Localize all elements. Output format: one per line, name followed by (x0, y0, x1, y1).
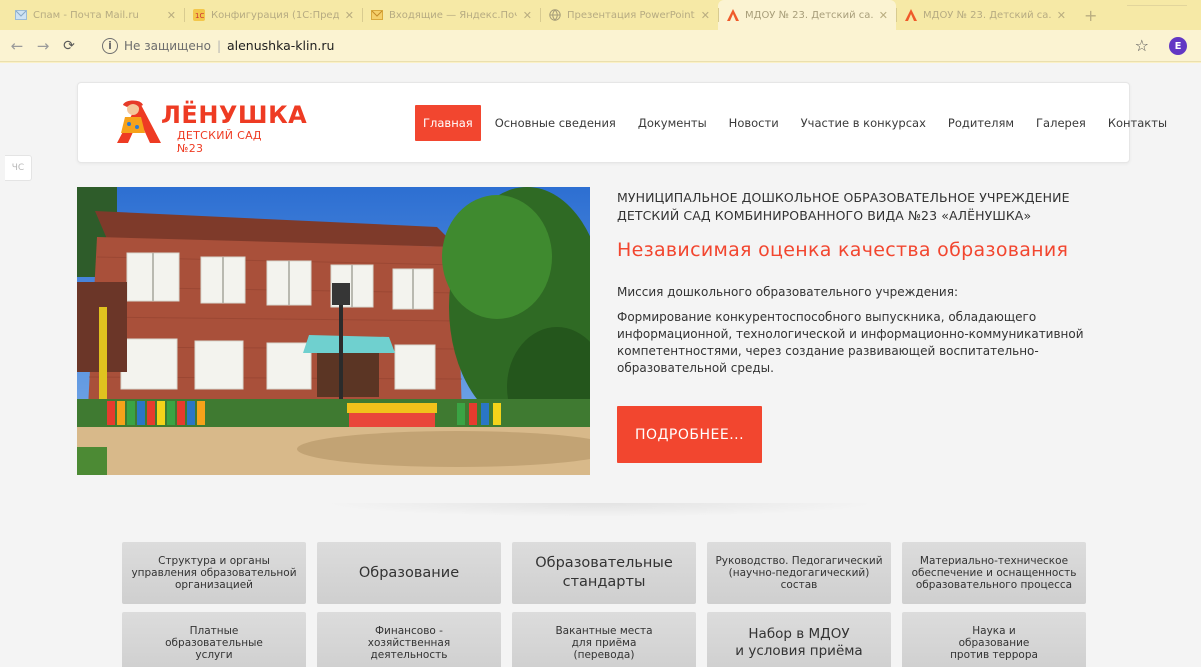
tab-title: Конфигурация (1С:Пред... (211, 9, 339, 21)
section-divider (320, 503, 880, 517)
svg-text:1C: 1C (195, 12, 204, 20)
tile-structure[interactable]: Структура и органы управления образовате… (122, 542, 306, 604)
browser-tab[interactable]: Входящие — Яндекс.Поч... ✕ (362, 0, 540, 30)
tile-label: Вакантные места для приёма (перевода) (555, 625, 653, 661)
back-button[interactable]: ← (4, 37, 30, 55)
browser-tab[interactable]: Презентация PowerPoint ✕ (540, 0, 718, 30)
logo-title: ЛЁНУШКА (161, 101, 308, 129)
security-label: Не защищено (124, 38, 211, 53)
1c-icon: 1C (192, 9, 205, 22)
nav-item-contacts[interactable]: Контакты (1097, 105, 1178, 141)
tile-anti-terror[interactable]: Наука и образование против террора (902, 612, 1086, 667)
nav-item-basic-info[interactable]: Основные сведения (484, 105, 627, 141)
org-name-line2: ДЕТСКИЙ САД КОМБИНИРОВАННОГО ВИДА №23 «А… (617, 208, 1032, 223)
close-tab-icon[interactable]: ✕ (167, 9, 176, 22)
main-nav: Главная Основные сведения Документы Ново… (415, 105, 1178, 141)
close-tab-icon[interactable]: ✕ (1057, 9, 1066, 22)
nav-item-news[interactable]: Новости (718, 105, 790, 141)
more-button[interactable]: ПОДРОБНЕЕ... (617, 406, 762, 463)
nav-item-parents[interactable]: Родителям (937, 105, 1025, 141)
url-text: alenushka-klin.ru (226, 38, 335, 53)
tile-material-support[interactable]: Материально-техническое обеспечение и ос… (902, 542, 1086, 604)
browser-tab-active[interactable]: МДОУ № 23. Детский са... ✕ (718, 0, 896, 30)
quality-assessment-headline[interactable]: Независимая оценка качества образования (617, 239, 1127, 261)
tile-label: Образовательные стандарты (535, 555, 673, 590)
tile-label: Руководство. Педогагический (научно-педо… (715, 555, 883, 591)
nav-item-contests[interactable]: Участие в конкурсах (790, 105, 937, 141)
browser-tab[interactable]: Спам - Почта Mail.ru ✕ (6, 0, 184, 30)
profile-avatar[interactable]: E (1169, 37, 1187, 55)
forward-button[interactable]: → (30, 37, 56, 55)
tile-standards[interactable]: Образовательные стандарты (512, 542, 696, 604)
mission-label: Миссия дошкольного образовательного учре… (617, 285, 958, 299)
tab-title: Презентация PowerPoint (567, 9, 695, 21)
org-name-line1: МУНИЦИПАЛЬНОЕ ДОШКОЛЬНОЕ ОБРАЗОВАТЕЛЬНОЕ… (617, 190, 1070, 205)
close-tab-icon[interactable]: ✕ (701, 9, 710, 22)
window-controls (1127, 5, 1187, 9)
emergency-side-tab[interactable]: ЧС (5, 155, 32, 181)
reload-button[interactable]: ⟳ (56, 38, 82, 54)
separator: | (216, 38, 221, 53)
close-tab-icon[interactable]: ✕ (523, 9, 532, 22)
close-tab-icon[interactable]: ✕ (879, 9, 888, 22)
browser-toolbar: ← → ⟳ i Не защищено | alenushka-klin.ru … (0, 30, 1201, 62)
site-logo-icon (904, 9, 917, 22)
tile-management-staff[interactable]: Руководство. Педогагический (научно-педо… (707, 542, 891, 604)
site-header: ЛЁНУШКА ДЕТСКИЙ САД №23 Главная Основные… (77, 82, 1167, 163)
globe-icon (548, 9, 561, 22)
tile-label: Материально-техническое обеспечение и ос… (911, 555, 1077, 591)
tile-education[interactable]: Образование (317, 542, 501, 604)
logo-subtitle: ДЕТСКИЙ САД №23 (177, 129, 262, 155)
mission-text: Формирование конкурентоспособного выпуск… (617, 310, 1084, 375)
new-tab-button[interactable]: + (1074, 0, 1107, 30)
nav-item-gallery[interactable]: Галерея (1025, 105, 1097, 141)
tile-label: Образование (358, 564, 460, 581)
browser-tab[interactable]: МДОУ № 23. Детский са... ✕ (896, 0, 1074, 30)
hero-text: МУНИЦИПАЛЬНОЕ ДОШКОЛЬНОЕ ОБРАЗОВАТЕЛЬНОЕ… (617, 189, 1127, 377)
info-icon[interactable]: i (102, 37, 118, 54)
tile-label: Структура и органы управления образовате… (131, 555, 297, 591)
tile-paid-services[interactable]: Платные образовательные услуги (122, 612, 306, 667)
browser-tab[interactable]: 1C Конфигурация (1С:Пред... ✕ (184, 0, 362, 30)
page-viewport: ЧС ЛЁНУШКА ДЕТСКИЙ САД №23 Главная Основ… (0, 63, 1201, 667)
site-logo[interactable]: ЛЁНУШКА ДЕТСКИЙ САД №23 (115, 99, 307, 155)
mail-icon (370, 9, 383, 22)
address-bar[interactable]: i Не защищено | alenushka-klin.ru (96, 32, 1156, 59)
org-name: МУНИЦИПАЛЬНОЕ ДОШКОЛЬНОЕ ОБРАЗОВАТЕЛЬНОЕ… (617, 189, 1127, 225)
bookmark-star-icon[interactable]: ☆ (1135, 36, 1149, 55)
tab-title: МДОУ № 23. Детский са... (923, 9, 1051, 21)
kindergarten-building-photo (77, 187, 590, 475)
mail-icon (14, 9, 27, 22)
nav-item-home[interactable]: Главная (415, 105, 481, 141)
site-logo-icon (726, 9, 739, 22)
browser-tab-strip: Спам - Почта Mail.ru ✕ 1C Конфигурация (… (0, 0, 1201, 30)
tile-label: Платные образовательные услуги (165, 625, 263, 661)
tab-title: МДОУ № 23. Детский са... (745, 9, 873, 21)
tile-finance[interactable]: Финансово - хозяйственная деятельность (317, 612, 501, 667)
nav-item-documents[interactable]: Документы (627, 105, 718, 141)
tile-vacancies[interactable]: Вакантные места для приёма (перевода) (512, 612, 696, 667)
tab-title: Входящие — Яндекс.Поч... (389, 9, 517, 21)
tile-admission[interactable]: Набор в МДОУ и условия приёма (707, 612, 891, 667)
tab-title: Спам - Почта Mail.ru (33, 9, 139, 21)
tile-label: Финансово - хозяйственная деятельность (367, 625, 451, 661)
close-tab-icon[interactable]: ✕ (345, 9, 354, 22)
tile-label: Наука и образование против террора (950, 625, 1038, 661)
tile-label: Набор в МДОУ и условия приёма (735, 626, 863, 659)
